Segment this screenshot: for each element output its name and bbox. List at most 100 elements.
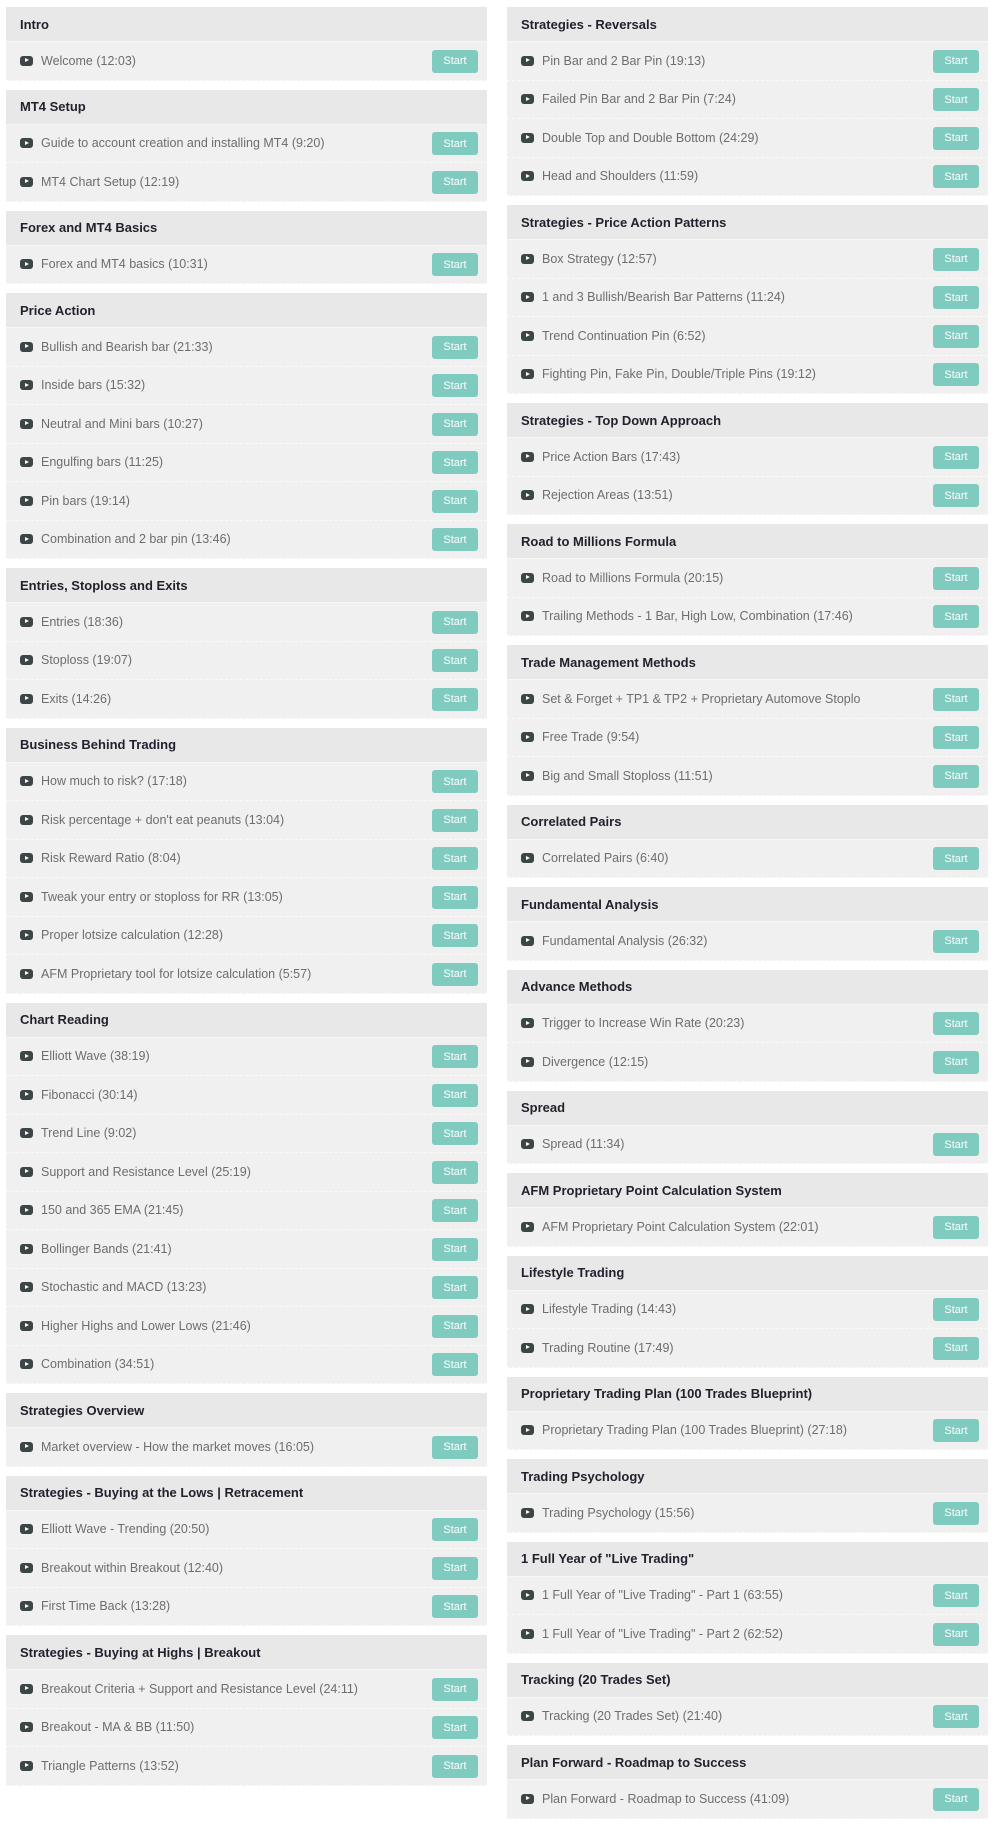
lecture-item[interactable]: Neutral and Mini bars (10:27) Start: [6, 405, 487, 444]
lecture-item[interactable]: Correlated Pairs (6:40) Start: [507, 839, 988, 878]
lecture-item[interactable]: Entries (18:36) Start: [6, 603, 487, 642]
lecture-item[interactable]: Trading Psychology (15:56) Start: [507, 1494, 988, 1533]
lecture-item[interactable]: Trigger to Increase Win Rate (20:23) Sta…: [507, 1004, 988, 1043]
lecture-item[interactable]: Forex and MT4 basics (10:31) Start: [6, 245, 487, 284]
lecture-item[interactable]: First Time Back (13:28) Start: [6, 1587, 487, 1626]
start-button[interactable]: Start: [933, 764, 979, 788]
start-button[interactable]: Start: [933, 847, 979, 870]
start-button[interactable]: Start: [933, 1419, 979, 1442]
lecture-item[interactable]: Trend Line (9:02) Start: [6, 1114, 487, 1153]
lecture-item[interactable]: How much to risk? (17:18) Start: [6, 762, 487, 801]
start-button[interactable]: Start: [432, 649, 478, 672]
lecture-item[interactable]: Set & Forget + TP1 & TP2 + Proprietary A…: [507, 680, 988, 719]
start-button[interactable]: Start: [432, 1716, 478, 1739]
start-button[interactable]: Start: [933, 363, 979, 386]
lecture-item[interactable]: Failed Pin Bar and 2 Bar Pin (7:24) Star…: [507, 80, 988, 119]
start-button[interactable]: Start: [432, 1237, 478, 1261]
lecture-item[interactable]: Proprietary Trading Plan (100 Trades Blu…: [507, 1411, 988, 1450]
lecture-item[interactable]: Risk Reward Ratio (8:04) Start: [6, 839, 487, 878]
lecture-item[interactable]: Pin bars (19:14) Start: [6, 482, 487, 521]
start-button[interactable]: Start: [933, 165, 979, 188]
lecture-item[interactable]: Divergence (12:15) Start: [507, 1043, 988, 1082]
lecture-item[interactable]: Breakout - MA & BB (11:50) Start: [6, 1708, 487, 1747]
lecture-item[interactable]: Road to Millions Formula (20:15) Start: [507, 559, 988, 598]
lecture-item[interactable]: Tracking (20 Trades Set) (21:40) Start: [507, 1697, 988, 1736]
lecture-item[interactable]: Combination and 2 bar pin (13:46) Start: [6, 520, 487, 559]
start-button[interactable]: Start: [432, 1595, 478, 1618]
lecture-item[interactable]: 150 and 365 EMA (21:45) Start: [6, 1191, 487, 1230]
lecture-item[interactable]: Head and Shoulders (11:59) Start: [507, 157, 988, 196]
start-button[interactable]: Start: [432, 1677, 478, 1701]
start-button[interactable]: Start: [933, 484, 979, 507]
start-button[interactable]: Start: [432, 924, 478, 947]
start-button[interactable]: Start: [432, 885, 478, 909]
start-button[interactable]: Start: [933, 1501, 979, 1525]
lecture-item[interactable]: Bollinger Bands (21:41) Start: [6, 1230, 487, 1269]
start-button[interactable]: Start: [933, 1336, 979, 1360]
start-button[interactable]: Start: [432, 1556, 478, 1580]
lecture-item[interactable]: Fibonacci (30:14) Start: [6, 1076, 487, 1115]
lecture-item[interactable]: Guide to account creation and installing…: [6, 124, 487, 163]
start-button[interactable]: Start: [432, 687, 478, 711]
lecture-item[interactable]: Combination (34:51) Start: [6, 1345, 487, 1384]
lecture-item[interactable]: 1 Full Year of "Live Trading" - Part 2 (…: [507, 1615, 988, 1654]
start-button[interactable]: Start: [432, 132, 478, 155]
start-button[interactable]: Start: [933, 1012, 979, 1035]
start-button[interactable]: Start: [432, 808, 478, 832]
start-button[interactable]: Start: [933, 324, 979, 348]
start-button[interactable]: Start: [432, 1083, 478, 1107]
start-button[interactable]: Start: [432, 1276, 478, 1299]
start-button[interactable]: Start: [933, 1133, 979, 1156]
start-button[interactable]: Start: [432, 962, 478, 986]
lecture-item[interactable]: Stoploss (19:07) Start: [6, 641, 487, 680]
lecture-item[interactable]: Tweak your entry or stoploss for RR (13:…: [6, 878, 487, 917]
lecture-item[interactable]: Proper lotsize calculation (12:28) Start: [6, 916, 487, 955]
start-button[interactable]: Start: [933, 687, 979, 711]
lecture-item[interactable]: Double Top and Double Bottom (24:29) Sta…: [507, 119, 988, 158]
start-button[interactable]: Start: [933, 126, 979, 150]
start-button[interactable]: Start: [933, 726, 979, 749]
lecture-item[interactable]: Support and Resistance Level (25:19) Sta…: [6, 1153, 487, 1192]
lecture-item[interactable]: Big and Small Stoploss (11:51) Start: [507, 757, 988, 796]
lecture-item[interactable]: Engulfing bars (11:25) Start: [6, 443, 487, 482]
start-button[interactable]: Start: [432, 1314, 478, 1338]
lecture-item[interactable]: Price Action Bars (17:43) Start: [507, 438, 988, 477]
lecture-item[interactable]: Pin Bar and 2 Bar Pin (19:13) Start: [507, 42, 988, 81]
start-button[interactable]: Start: [933, 929, 979, 953]
lecture-item[interactable]: Plan Forward - Roadmap to Success (41:09…: [507, 1780, 988, 1819]
start-button[interactable]: Start: [432, 770, 478, 793]
lecture-item[interactable]: 1 and 3 Bullish/Bearish Bar Patterns (11…: [507, 278, 988, 317]
start-button[interactable]: Start: [432, 1160, 478, 1184]
lecture-item[interactable]: Breakout Criteria + Support and Resistan…: [6, 1670, 487, 1709]
lecture-item[interactable]: AFM Proprietary Point Calculation System…: [507, 1208, 988, 1247]
start-button[interactable]: Start: [432, 374, 478, 397]
lecture-item[interactable]: Fundamental Analysis (26:32) Start: [507, 922, 988, 961]
lecture-item[interactable]: Lifestyle Trading (14:43) Start: [507, 1290, 988, 1329]
start-button[interactable]: Start: [432, 49, 478, 73]
start-button[interactable]: Start: [432, 335, 478, 359]
lecture-item[interactable]: Exits (14:26) Start: [6, 680, 487, 719]
lecture-item[interactable]: Trading Routine (17:49) Start: [507, 1329, 988, 1368]
lecture-item[interactable]: Higher Highs and Lower Lows (21:46) Star…: [6, 1307, 487, 1346]
start-button[interactable]: Start: [933, 445, 979, 469]
start-button[interactable]: Start: [432, 610, 478, 634]
start-button[interactable]: Start: [933, 1215, 979, 1239]
start-button[interactable]: Start: [933, 1298, 979, 1321]
start-button[interactable]: Start: [933, 1705, 979, 1728]
lecture-item[interactable]: Rejection Areas (13:51) Start: [507, 476, 988, 515]
start-button[interactable]: Start: [933, 1622, 979, 1646]
start-button[interactable]: Start: [432, 847, 478, 870]
start-button[interactable]: Start: [432, 1435, 478, 1459]
lecture-item[interactable]: Inside bars (15:32) Start: [6, 366, 487, 405]
lecture-item[interactable]: Risk percentage + don't eat peanuts (13:…: [6, 801, 487, 840]
start-button[interactable]: Start: [432, 489, 478, 513]
lecture-item[interactable]: Spread (11:34) Start: [507, 1125, 988, 1164]
lecture-item[interactable]: Elliott Wave (38:19) Start: [6, 1037, 487, 1076]
start-button[interactable]: Start: [432, 1199, 478, 1222]
start-button[interactable]: Start: [933, 566, 979, 590]
start-button[interactable]: Start: [432, 253, 478, 276]
lecture-item[interactable]: Bullish and Bearish bar (21:33) Start: [6, 328, 487, 367]
start-button[interactable]: Start: [933, 88, 979, 111]
lecture-item[interactable]: Stochastic and MACD (13:23) Start: [6, 1268, 487, 1307]
start-button[interactable]: Start: [933, 49, 979, 73]
